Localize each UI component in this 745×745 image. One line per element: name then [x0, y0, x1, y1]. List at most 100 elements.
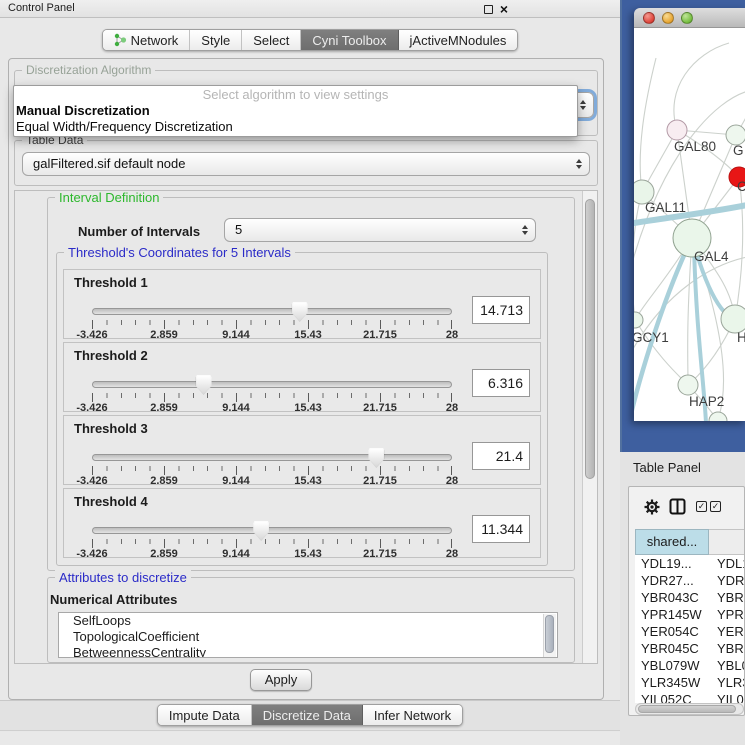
control-panel-tabs: Network Style Select Cyni Toolbox jActiv…: [0, 29, 620, 51]
tab-impute-data[interactable]: Impute Data: [158, 705, 252, 725]
dropdown-option-manual[interactable]: Manual Discretization: [14, 103, 577, 119]
table-data-combo[interactable]: galFiltered.sif default node: [22, 152, 590, 176]
threshold-4-value-input[interactable]: 11.344: [472, 515, 530, 543]
minimize-traffic-icon[interactable]: [662, 12, 674, 24]
scrollbar-thumb[interactable]: [585, 199, 595, 479]
tab-label: Select: [253, 33, 289, 48]
checkbox-icon[interactable]: ✓: [696, 501, 707, 512]
table-row[interactable]: YBL079WYBL0: [635, 657, 745, 674]
numerical-attributes-list[interactable]: SelfLoops TopologicalCoefficient Between…: [58, 612, 558, 658]
num-intervals-combo[interactable]: 5: [224, 218, 536, 242]
node-label-hap2: HAP2: [689, 394, 724, 409]
combo-arrows-icon: [522, 225, 528, 235]
close-traffic-icon[interactable]: [643, 12, 655, 24]
slider-ticks-major: [92, 466, 452, 475]
tab-cyni-toolbox[interactable]: Cyni Toolbox: [301, 30, 398, 50]
network-window-titlebar[interactable]: [634, 8, 745, 28]
zoom-traffic-icon[interactable]: [681, 12, 693, 24]
float-icon[interactable]: [484, 5, 493, 14]
slider-track[interactable]: [92, 527, 452, 534]
table-hscrollbar[interactable]: [635, 703, 744, 715]
dropdown-option-equal-width[interactable]: Equal Width/Frequency Discretization: [14, 119, 577, 135]
table-row[interactable]: YPR145WYPR1: [635, 606, 745, 623]
table-row[interactable]: YDL19...YDL1: [635, 555, 745, 572]
network-icon: [114, 33, 127, 47]
num-intervals-label: Number of Intervals: [78, 224, 200, 239]
node-label-gal80: GAL80: [674, 139, 716, 154]
tab-label: Style: [201, 33, 230, 48]
threshold-2-slider[interactable]: -3.4262.8599.14415.4321.71528: [92, 375, 452, 413]
tab-discretize-data[interactable]: Discretize Data: [252, 705, 363, 725]
thresholds-group: Threshold's Coordinates for 5 Intervals …: [56, 252, 548, 566]
tab-network[interactable]: Network: [103, 30, 191, 50]
slider-track[interactable]: [92, 308, 452, 315]
threshold-3-value-input[interactable]: 21.4: [472, 442, 530, 470]
checkbox-icons[interactable]: ✓ ✓: [696, 501, 721, 512]
table-row[interactable]: YDR27...YDR2: [635, 572, 745, 589]
table-panel-title: Table Panel: [633, 460, 701, 475]
table-row[interactable]: YER054CYER0: [635, 623, 745, 640]
control-panel-titlebar: Control Panel ×: [0, 0, 620, 18]
table-row[interactable]: YIL052CYIL0: [635, 691, 745, 703]
slider-ticks-major: [92, 393, 452, 402]
gear-icon[interactable]: [643, 498, 661, 516]
slider-track[interactable]: [92, 454, 452, 461]
node-top-right[interactable]: [726, 125, 745, 145]
tab-label: Cyni Toolbox: [312, 33, 386, 48]
checkbox-icon[interactable]: ✓: [710, 501, 721, 512]
tab-infer-network[interactable]: Infer Network: [363, 705, 462, 725]
node-h[interactable]: [721, 305, 745, 333]
threshold-3-slider[interactable]: -3.4262.8599.14415.4321.71528: [92, 448, 452, 486]
threshold-4-panel: Threshold 4 -3.4262.8599.14415.4321.7152…: [63, 488, 541, 558]
tab-select[interactable]: Select: [242, 30, 301, 50]
apply-button[interactable]: Apply: [250, 669, 312, 691]
table-row[interactable]: YLR345WYLR3: [635, 674, 745, 691]
columns-icon[interactable]: [669, 498, 686, 515]
slider-thumb[interactable]: [292, 302, 308, 322]
list-scrollbar[interactable]: [543, 614, 556, 658]
node-hap2[interactable]: [678, 375, 698, 395]
node-gal80[interactable]: [667, 120, 687, 140]
list-item[interactable]: BetweennessCentrality: [59, 645, 557, 658]
screen: Control Panel × Network: [0, 0, 745, 745]
combo-arrows-icon: [580, 100, 586, 110]
close-icon[interactable]: ×: [500, 4, 508, 14]
tab-label: Network: [131, 33, 179, 48]
table-panel: Table Panel ✓ ✓: [620, 452, 745, 745]
slider-ticks-major: [92, 539, 452, 548]
settings-scrollpane: Interval Definition Number of Intervals …: [14, 190, 598, 664]
threshold-2-panel: Threshold 2 -3.4262.8599.14415.4321.7152…: [63, 342, 541, 412]
table-row[interactable]: YBR043CYBR0: [635, 589, 745, 606]
table-panel-body: ✓ ✓ shared... na YDL19...YDL1 YDR27...YD…: [628, 486, 745, 716]
hscrollbar-thumb[interactable]: [638, 705, 736, 713]
window-title: Control Panel: [8, 2, 75, 14]
list-item[interactable]: TopologicalCoefficient: [59, 629, 557, 645]
table-header-row: shared... na: [635, 529, 745, 555]
column-header-shared[interactable]: shared...: [635, 529, 709, 555]
node-bottom[interactable]: [709, 412, 727, 421]
node-gcy1[interactable]: [634, 312, 643, 328]
slider-thumb[interactable]: [368, 448, 384, 468]
slider-track[interactable]: [92, 381, 452, 388]
threshold-2-value-input[interactable]: 6.316: [472, 369, 530, 397]
slider-thumb[interactable]: [196, 375, 212, 395]
threshold-4-slider[interactable]: -3.4262.8599.14415.4321.71528: [92, 521, 452, 559]
threshold-3-label: Threshold 3: [74, 421, 148, 436]
network-window: GAL80 G C GAL11 GAL4 GCY1 H HAP2: [634, 8, 745, 421]
table-row[interactable]: YBR045CYBR0: [635, 640, 745, 657]
combo-arrows-icon: [576, 159, 582, 169]
control-panel-window: Control Panel × Network: [0, 0, 620, 745]
threshold-1-slider[interactable]: -3.4262.8599.14415.4321.71528: [92, 302, 452, 340]
threshold-1-panel: Threshold 1 -3.4262.8599.14415.4321.7152…: [63, 269, 541, 339]
settings-scrollbar[interactable]: [582, 191, 597, 663]
slider-thumb[interactable]: [253, 521, 269, 541]
tab-jactivemnodules[interactable]: jActiveMNodules: [399, 30, 518, 50]
algorithm-dropdown: Select algorithm to view settings Manual…: [13, 85, 578, 137]
threshold-1-value-input[interactable]: 14.713: [472, 296, 530, 324]
list-item[interactable]: SelfLoops: [59, 613, 557, 629]
column-header-name[interactable]: na: [709, 529, 745, 555]
tab-style[interactable]: Style: [190, 30, 242, 50]
num-intervals-value: 5: [235, 222, 242, 237]
network-canvas[interactable]: GAL80 G C GAL11 GAL4 GCY1 H HAP2: [634, 28, 745, 421]
numerical-attributes-label: Numerical Attributes: [50, 592, 177, 607]
